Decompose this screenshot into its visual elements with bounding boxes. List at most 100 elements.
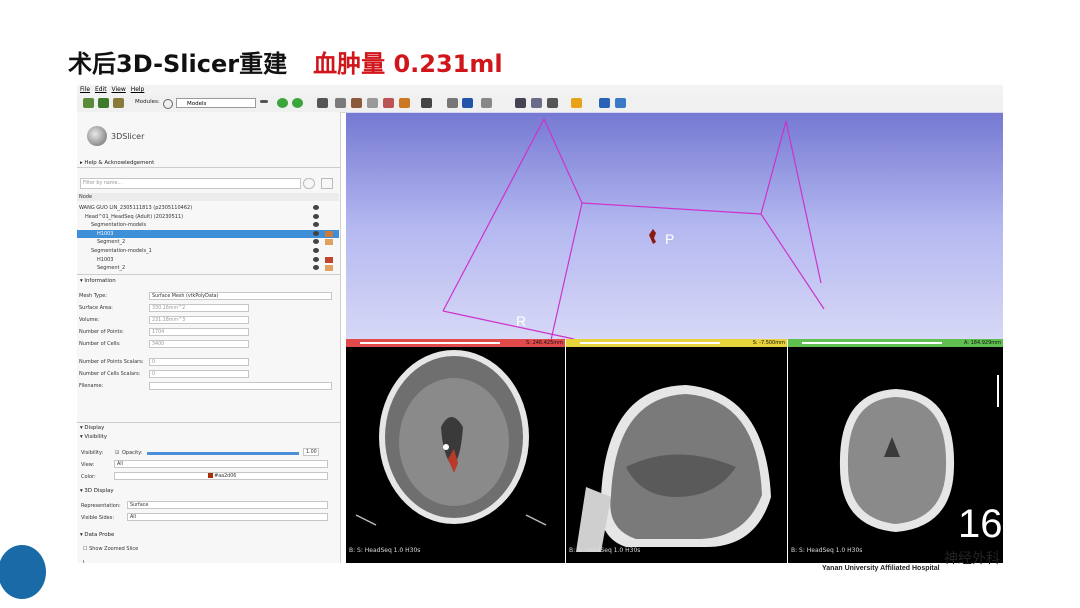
color-value: #aa2d06 [214,474,237,479]
info-field-value[interactable]: Surface Mesh (vtkPolyData) [149,292,332,300]
data-probe-section-header[interactable]: ▾ Data Probe [80,532,114,538]
tree-item[interactable]: Segmentation-models [77,221,339,229]
filter-options-icon[interactable] [303,178,315,189]
3d-view[interactable]: P R L I [346,113,1003,340]
menu-edit[interactable]: Edit [95,85,107,95]
visibility-eye-icon[interactable] [313,256,319,262]
history-icon[interactable] [260,100,268,103]
tree-item[interactable]: H1003 [77,256,339,264]
tree-item[interactable]: Head^01_HeadSeq (Adult) (20230511) [77,213,339,221]
tree-item-label: H1003 [97,230,114,237]
divider [77,422,340,423]
axial-ct-image [355,350,547,526]
hematoma-volume: 血肿量 0.231ml [313,50,503,78]
info-field-value[interactable]: 1704 [149,328,249,336]
roi-box [442,118,825,340]
info-field-label: Volume: [79,317,100,323]
visibility-section-header[interactable]: ▾ Visibility [80,434,107,440]
slicer-logo-icon [87,126,107,146]
load-data-icon[interactable] [83,98,94,108]
toolbar: Modules: Models [77,95,1003,113]
info-field-value[interactable]: 231.18mm^3 [149,316,249,324]
help-section-header[interactable]: ▸ Help & Acknowledgement [80,160,154,166]
info-field-value[interactable]: 0 [149,358,249,366]
editor-icon[interactable] [399,98,410,108]
yellow-slice-slider[interactable] [580,342,720,344]
python-icon[interactable] [615,98,626,108]
extension-icon[interactable] [547,98,558,108]
title-text: 术后3D-Slicer重建 [68,50,288,78]
data-module-icon[interactable] [317,98,328,108]
transforms-icon[interactable] [367,98,378,108]
green-slice-slider[interactable] [802,342,942,344]
yellow-slice-view[interactable]: B: S: HeadSeq 1.0 H30s [566,347,787,563]
tree-item[interactable]: WANG GUO LIN_2305111813 (p2305110462) [77,204,339,212]
red-slice-slider[interactable] [360,342,500,344]
view-select[interactable]: All [114,460,328,468]
back-icon[interactable] [277,98,288,108]
visibility-label: Visibility: [81,450,104,456]
extension-manager-icon[interactable] [599,98,610,108]
axis-label-p: P [665,231,675,247]
green-slice-bar[interactable]: A: 184.929mm [788,339,1003,347]
layout-icon[interactable] [421,98,432,108]
forward-icon[interactable] [292,98,303,108]
visibility-eye-icon[interactable] [313,248,319,253]
volumes-icon[interactable] [335,98,346,108]
info-field-value[interactable]: 3400 [149,340,249,348]
save-icon[interactable] [113,98,124,108]
visible-sides-label: Visible Sides: [81,515,115,521]
filter-input[interactable]: Filter by name... [80,178,301,189]
models-icon[interactable] [351,98,362,108]
info-field-value[interactable]: 0 [149,370,249,378]
opacity-value[interactable]: 1.00 [303,448,319,456]
modules-label: Modules: [135,99,160,105]
fiducial-icon[interactable] [462,98,473,108]
search-icon[interactable] [163,99,173,109]
display3d-section-header[interactable]: ▾ 3D Display [80,488,114,494]
visibility-eye-icon[interactable] [313,205,319,210]
modules-select[interactable]: Models [176,98,256,108]
markups-icon[interactable] [383,98,394,108]
red-slice-view[interactable]: B: S: HeadSeq 1.0 H30s [346,347,565,563]
segment-color-swatch[interactable] [325,230,333,237]
show-zoomed-checkbox[interactable]: ☐ Show Zoomed Slice [83,546,138,552]
red-slice-offset: S: 246.425mm [526,340,563,346]
visibility-eye-icon[interactable] [313,239,319,245]
color-button[interactable]: #aa2d06 [114,472,328,480]
scene-view-icon[interactable] [531,98,542,108]
pointer-icon[interactable] [447,98,458,108]
visibility-eye-icon[interactable] [313,265,319,271]
visibility-checkbox[interactable]: ☑ [115,450,119,456]
menu-help[interactable]: Help [131,85,145,95]
representation-label: Representation: [81,503,121,509]
info-field-value[interactable]: 330.16mm^2 [149,304,249,312]
tree-item[interactable]: H1003 [77,229,339,238]
visibility-eye-icon[interactable] [313,230,319,236]
tree-item[interactable]: Segment_2 [77,238,339,246]
segment-color-swatch[interactable] [325,265,333,272]
visibility-eye-icon[interactable] [313,222,319,228]
red-slice-bar[interactable]: S: 246.425mm [346,339,565,347]
yellow-slice-bar[interactable]: S: -7.500mm [566,339,787,347]
crosshair-toggle-icon[interactable] [481,98,492,108]
visible-sides-select[interactable]: All [127,513,328,521]
axis-label-r: R [516,313,527,329]
crosshair-icon[interactable] [571,98,582,108]
info-section-header[interactable]: ▾ Information [80,278,116,284]
dcm-icon[interactable] [98,98,109,108]
menu-file[interactable]: File [80,85,90,95]
tree-settings-icon[interactable] [321,178,333,189]
segment-color-swatch[interactable] [325,239,333,246]
display-section-header[interactable]: ▾ Display [80,425,104,431]
visibility-eye-icon[interactable] [313,213,319,219]
opacity-slider[interactable] [147,452,299,455]
tree-item[interactable]: Segment_2 [77,264,339,272]
segment-color-swatch[interactable] [325,256,333,263]
screenshot-icon[interactable] [515,98,526,108]
menu-view[interactable]: View [112,85,126,95]
color-label: Color: [81,474,96,480]
tree-item[interactable]: Segmentation-models_1 [77,247,339,255]
representation-select[interactable]: Surface [127,501,328,509]
info-field-value[interactable] [149,382,332,390]
